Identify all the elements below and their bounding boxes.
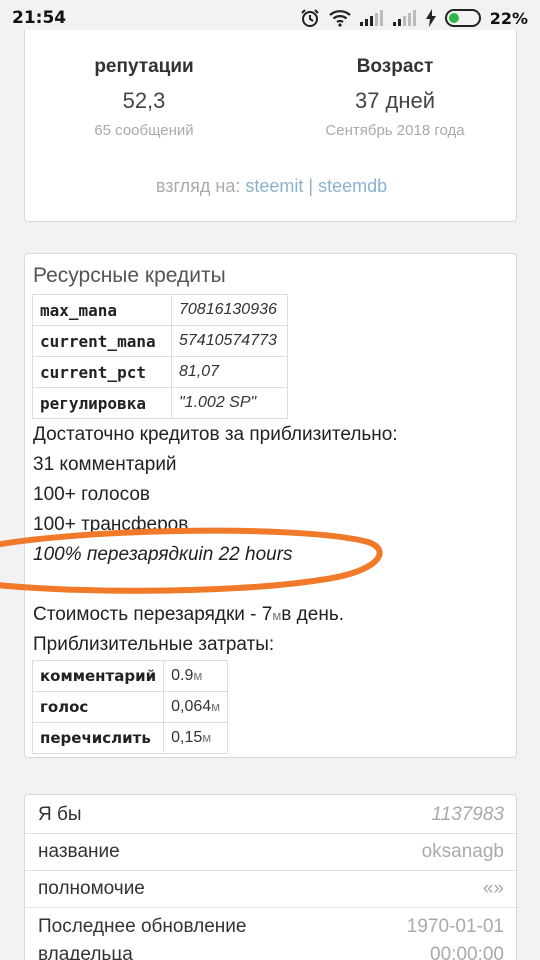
info-value: 1137983 <box>431 804 504 825</box>
age-label: Возраст <box>356 56 434 77</box>
cost-amount: 0.9 <box>171 667 194 684</box>
info-key: Последнее обновление владельца <box>38 916 247 960</box>
view-on-links: взгляд на: steemit | steemdb <box>25 176 518 197</box>
age-value: 37 дней <box>354 88 436 113</box>
signal-icon <box>359 10 384 26</box>
enough-for-text: Достаточно кредитов за приблизительно: <box>33 424 398 445</box>
table-row: max_mana 70816130936 <box>32 294 288 326</box>
battery-percent: 22% <box>489 8 528 28</box>
alarm-icon <box>300 8 320 28</box>
view-on-label: взгляд на: <box>155 176 246 196</box>
battery-icon <box>444 9 481 27</box>
age-stat: Возраст 37 дней Сентябрь 2018 года <box>280 56 510 139</box>
table-row: Я бы 1137983 <box>25 797 518 834</box>
table-row: current_pct 81,07 <box>32 356 288 388</box>
recharge-cost: Стоимость перезарядки - 7мв день. <box>33 604 344 626</box>
charging-icon <box>425 9 436 27</box>
info-value: «» <box>482 878 504 899</box>
reputation-value: 52,3 <box>122 88 166 113</box>
cost-value: 0,15м <box>163 722 229 754</box>
mana-value: 57410574773 <box>171 325 288 357</box>
cost-amount: 0,064 <box>171 698 212 715</box>
cost-amount: 0,15 <box>171 729 203 746</box>
table-row: название oksanagb <box>25 834 518 871</box>
table-row: перечислить 0,15м <box>31 722 229 754</box>
mana-key: current_pct <box>32 356 172 388</box>
table-row: голос 0,064м <box>31 691 229 723</box>
cost-key: голос <box>31 691 165 723</box>
resource-credits-card: Ресурсные кредиты max_mana 70816130936 c… <box>24 253 517 758</box>
mana-value: "1.002 SP" <box>171 387 288 419</box>
comments-count: 31 комментарий <box>33 454 177 475</box>
mana-key: регулировка <box>32 387 172 419</box>
info-value: oksanagb <box>421 841 504 862</box>
cost-unit: м <box>193 668 203 683</box>
table-row: полномочие «» <box>25 871 518 908</box>
mana-value: 70816130936 <box>171 294 288 326</box>
table-row: регулировка "1.002 SP" <box>32 387 288 419</box>
cost-key: комментарий <box>31 660 165 692</box>
recharge-text: 100% перезарядкиin 22 hours <box>33 544 293 565</box>
cost-key: перечислить <box>31 722 165 754</box>
mana-key: current_mana <box>32 325 172 357</box>
cost-unit: м <box>202 730 212 745</box>
steemit-link[interactable]: steemit <box>245 176 303 196</box>
reputation-label: репутации <box>94 56 194 77</box>
info-key: полномочие <box>38 878 145 899</box>
cost-value: 0,064м <box>163 691 229 723</box>
recharge-cost-text: Стоимость перезарядки - 7 <box>33 604 273 625</box>
link-separator: | <box>308 176 314 196</box>
transfers-count: 100+ трансферов <box>33 514 189 535</box>
approx-costs-title: Приблизительные затраты: <box>33 634 275 655</box>
votes-count: 100+ голосов <box>33 484 150 505</box>
account-info-card: Я бы 1137983 название oksanagb полномочи… <box>24 794 518 960</box>
info-key: Я бы <box>38 804 82 825</box>
signal-icon-2 <box>392 10 417 26</box>
recharge-cost-unit: м <box>272 608 282 623</box>
status-time: 21:54 <box>12 8 67 28</box>
mana-key: max_mana <box>32 294 172 326</box>
mana-value: 81,07 <box>171 356 288 388</box>
wifi-icon <box>328 9 351 27</box>
join-date: Сентябрь 2018 года <box>325 122 465 139</box>
info-value: 1970-01-01 00:00:00 <box>406 916 504 960</box>
posts-count: 65 сообщений <box>94 122 194 139</box>
profile-stats-card: репутации 52,3 65 сообщений Возраст 37 д… <box>24 30 517 222</box>
table-row: Последнее обновление владельца 1970-01-0… <box>25 908 518 960</box>
table-row: комментарий 0.9м <box>31 660 229 692</box>
info-key: название <box>38 841 120 862</box>
recharge-cost-suffix: в день. <box>281 604 344 625</box>
table-row: current_mana 57410574773 <box>32 325 288 357</box>
reputation-stat: репутации 52,3 65 сообщений <box>29 56 259 139</box>
resource-credits-title: Ресурсные кредиты <box>33 264 226 287</box>
cost-unit: м <box>211 699 221 714</box>
cost-value: 0.9м <box>163 660 229 692</box>
mana-table: max_mana 70816130936 current_mana 574105… <box>32 294 288 419</box>
steemdb-link[interactable]: steemdb <box>318 176 387 196</box>
cost-table: комментарий 0.9м голос 0,064м перечислит… <box>31 660 229 754</box>
